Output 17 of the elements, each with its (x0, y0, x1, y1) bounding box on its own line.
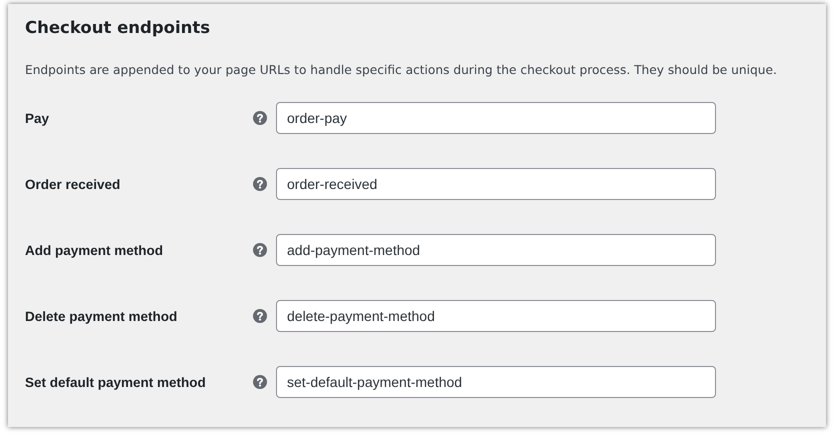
endpoint-input[interactable]: delete-payment-method (276, 300, 716, 332)
field-label: Add payment method (25, 242, 164, 258)
section-title: Checkout endpoints (25, 18, 210, 37)
help-icon[interactable] (253, 111, 267, 125)
endpoint-input[interactable]: add-payment-method (276, 234, 716, 266)
help-icon[interactable] (253, 177, 267, 191)
endpoint-input[interactable]: set-default-payment-method (276, 366, 716, 398)
endpoint-input[interactable]: order-pay (276, 102, 716, 134)
help-icon[interactable] (253, 309, 267, 323)
field-label: Set default payment method (25, 374, 207, 390)
field-label: Order received (25, 176, 122, 192)
endpoint-input[interactable]: order-received (276, 168, 716, 200)
field-label: Delete payment method (25, 308, 178, 324)
help-icon[interactable] (253, 243, 267, 257)
field-label: Pay (25, 110, 50, 126)
section-description: Endpoints are appended to your page URLs to handle specific actions during the checkout process. They should be unique. (25, 63, 777, 77)
help-icon[interactable] (253, 375, 267, 389)
